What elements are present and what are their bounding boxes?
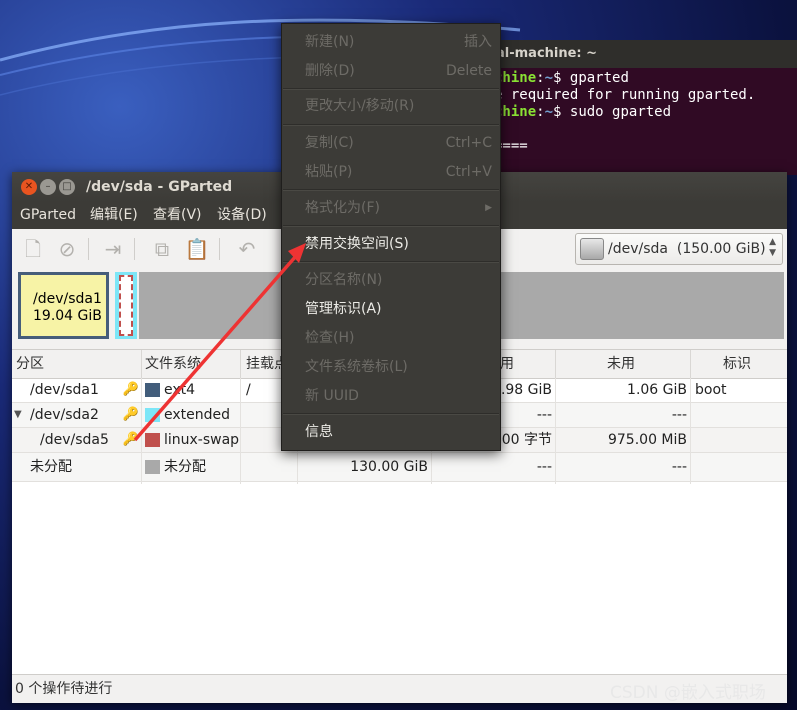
- updown-arrow-icon: ▲ ▼: [769, 237, 776, 258]
- maximize-icon[interactable]: □: [59, 179, 75, 195]
- menu-item-delete[interactable]: 删除(D) Delete: [282, 57, 500, 86]
- menu-item-information[interactable]: 信息: [282, 418, 500, 447]
- menu-gparted[interactable]: GParted: [20, 202, 76, 229]
- new-partition-icon[interactable]: 🗋: [20, 236, 46, 262]
- menu-item-fs-label[interactable]: 文件系统卷标(L): [282, 353, 500, 382]
- column-header-partition[interactable]: 分区: [16, 350, 44, 378]
- watermark: CSDN @嵌入式职场: [610, 683, 766, 703]
- flags: boot: [695, 382, 727, 398]
- menu-item-format-as[interactable]: 格式化为(F) ▶: [282, 194, 500, 223]
- disk-map-partition-extended[interactable]: [115, 272, 137, 339]
- expander-icon[interactable]: ▼: [14, 403, 22, 427]
- table-row[interactable]: 未分配 未分配 130.00 GiB --- ---: [12, 453, 787, 482]
- menu-view[interactable]: 查看(V): [153, 202, 202, 229]
- toolbar-separator: [134, 238, 135, 260]
- toolbar-separator: [219, 238, 220, 260]
- filesystem: extended: [164, 407, 231, 423]
- unused: 1.06 GiB: [627, 382, 687, 398]
- size: 130.00 GiB: [350, 459, 428, 475]
- menu-item-new-uuid[interactable]: 新 UUID: [282, 382, 500, 411]
- partition-name: 未分配: [30, 459, 72, 475]
- terminal-line: chine:~$ sudo gparted: [494, 104, 672, 120]
- menu-item-swapoff[interactable]: 禁用交换空间(S): [282, 230, 500, 259]
- paste-icon[interactable]: 📋: [184, 236, 210, 262]
- column-header-flags[interactable]: 标识: [723, 350, 751, 378]
- delete-icon[interactable]: ⊘: [54, 236, 80, 262]
- close-icon[interactable]: ✕: [21, 179, 37, 195]
- key-icon: 🔑: [122, 382, 140, 397]
- filesystem: 未分配: [164, 459, 206, 475]
- menu-item-copy[interactable]: 复制(C) Ctrl+C: [282, 129, 500, 158]
- fs-color-swatch: [145, 433, 160, 447]
- menu-item-paste[interactable]: 粘贴(P) Ctrl+V: [282, 158, 500, 187]
- terminal-line: chine:~$ gparted: [494, 70, 629, 86]
- terminal-title: al-machine: ~: [496, 46, 598, 61]
- submenu-arrow-icon: ▶: [485, 203, 492, 213]
- column-header-filesystem[interactable]: 文件系统: [145, 350, 201, 378]
- resize-icon[interactable]: ⇥: [100, 236, 126, 262]
- filesystem: ext4: [164, 382, 196, 398]
- device-selector[interactable]: /dev/sda (150.00 GiB) ▲ ▼: [575, 233, 783, 265]
- disk-map-partition-swap[interactable]: [119, 275, 133, 336]
- partition-name: /dev/sda2: [30, 407, 99, 423]
- unused: 975.00 MiB: [607, 432, 687, 448]
- terminal-line: e required for running gparted.: [494, 87, 756, 103]
- unused: ---: [671, 459, 687, 475]
- partition-name: /dev/sda5: [40, 432, 109, 448]
- menu-device[interactable]: 设备(D): [217, 202, 267, 229]
- menu-item-check[interactable]: 检查(H): [282, 324, 500, 353]
- minimize-icon[interactable]: –: [40, 179, 56, 195]
- copy-icon[interactable]: ⧉: [149, 236, 175, 262]
- context-menu: 新建(N) 插入 删除(D) Delete 更改大小/移动(R) 复制(C) Ctrl…: [281, 23, 501, 451]
- column-header-used[interactable]: 用: [500, 350, 514, 378]
- harddisk-icon: [580, 238, 604, 260]
- menu-edit[interactable]: 编辑(E): [90, 202, 138, 229]
- fs-color-swatch: [145, 408, 160, 422]
- menu-item-partition-name[interactable]: 分区名称(N): [282, 266, 500, 295]
- mountpoint: /: [246, 382, 251, 398]
- window-title: /dev/sda - GParted: [86, 179, 233, 195]
- key-icon: 🔑: [122, 432, 140, 447]
- menu-item-manage-flags[interactable]: 管理标识(A): [282, 295, 500, 324]
- used: ---: [536, 459, 552, 475]
- device-selector-label: /dev/sda (150.00 GiB): [608, 241, 766, 257]
- filesystem: linux-swap: [164, 432, 240, 448]
- menu-item-resize-move[interactable]: 更改大小/移动(R): [282, 92, 500, 121]
- fs-color-swatch: [145, 383, 160, 397]
- menu-item-new[interactable]: 新建(N) 插入: [282, 28, 500, 57]
- undo-icon[interactable]: ↶: [234, 236, 260, 262]
- partition-name: /dev/sda1: [30, 382, 99, 398]
- unused: ---: [671, 407, 687, 423]
- disk-map-partition-text: /dev/sda1 19.04 GiB: [33, 291, 102, 324]
- disk-map-partition-sda1[interactable]: /dev/sda1 19.04 GiB: [18, 272, 109, 339]
- toolbar-separator: [88, 238, 89, 260]
- key-icon: 🔑: [122, 407, 140, 422]
- fs-color-swatch: [145, 460, 160, 474]
- pending-operations-status: 0 个操作待进行: [15, 681, 113, 697]
- column-header-unused[interactable]: 未用: [607, 350, 635, 378]
